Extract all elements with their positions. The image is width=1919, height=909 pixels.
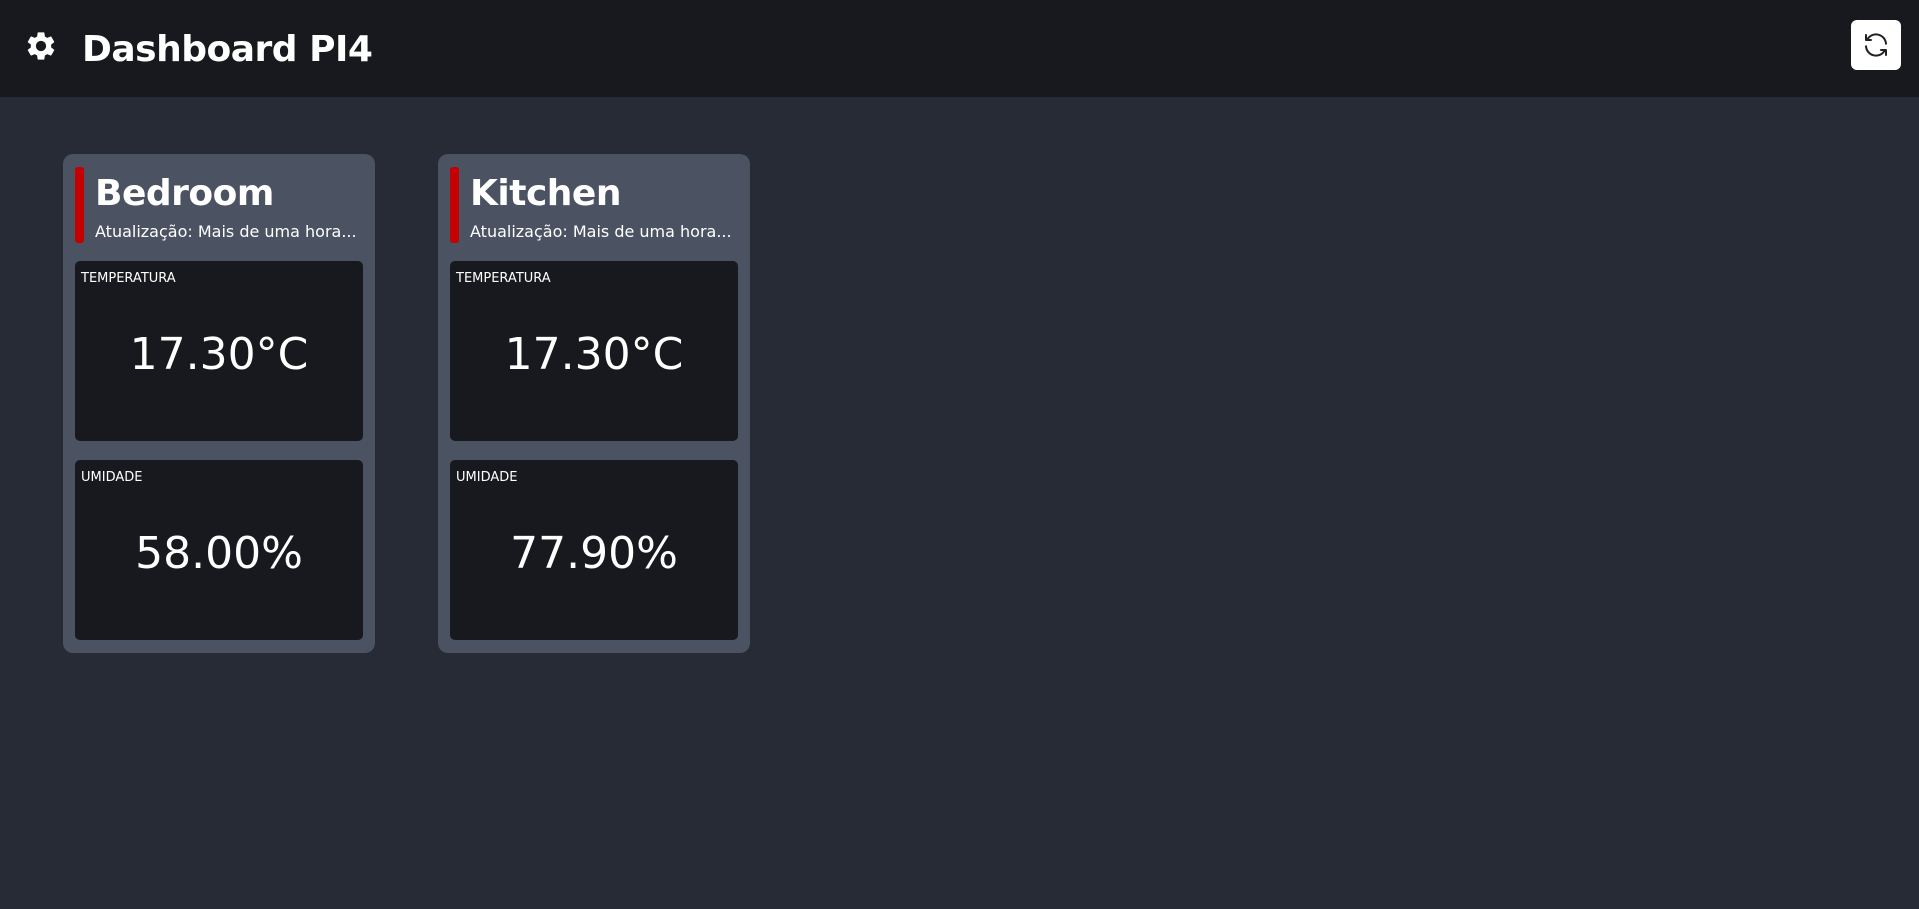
page-title: Dashboard PI4: [82, 29, 373, 70]
update-status: Atualização: Mais de uma hora...: [95, 222, 357, 241]
status-indicator: [450, 167, 459, 243]
temperature-panel: TEMPERATURA 17.30°C: [450, 261, 738, 441]
humidity-panel: UMIDADE 77.90%: [450, 460, 738, 640]
refresh-icon: [1865, 33, 1887, 57]
room-name: Kitchen: [470, 173, 621, 214]
temperature-value: 17.30°C: [129, 329, 309, 380]
update-status: Atualização: Mais de uma hora...: [470, 222, 732, 241]
humidity-panel: UMIDADE 58.00%: [75, 460, 363, 640]
top-bar: Dashboard PI4: [0, 0, 1919, 97]
temperature-value: 17.30°C: [504, 329, 684, 380]
room-card-bedroom: Bedroom Atualização: Mais de uma hora...…: [63, 154, 375, 653]
status-indicator: [75, 167, 84, 243]
gear-icon[interactable]: [24, 29, 58, 63]
room-name: Bedroom: [95, 173, 274, 214]
temperature-panel: TEMPERATURA 17.30°C: [75, 261, 363, 441]
room-card-kitchen: Kitchen Atualização: Mais de uma hora...…: [438, 154, 750, 653]
humidity-value: 58.00%: [135, 528, 303, 579]
humidity-value: 77.90%: [510, 528, 678, 579]
refresh-button[interactable]: [1851, 20, 1901, 70]
